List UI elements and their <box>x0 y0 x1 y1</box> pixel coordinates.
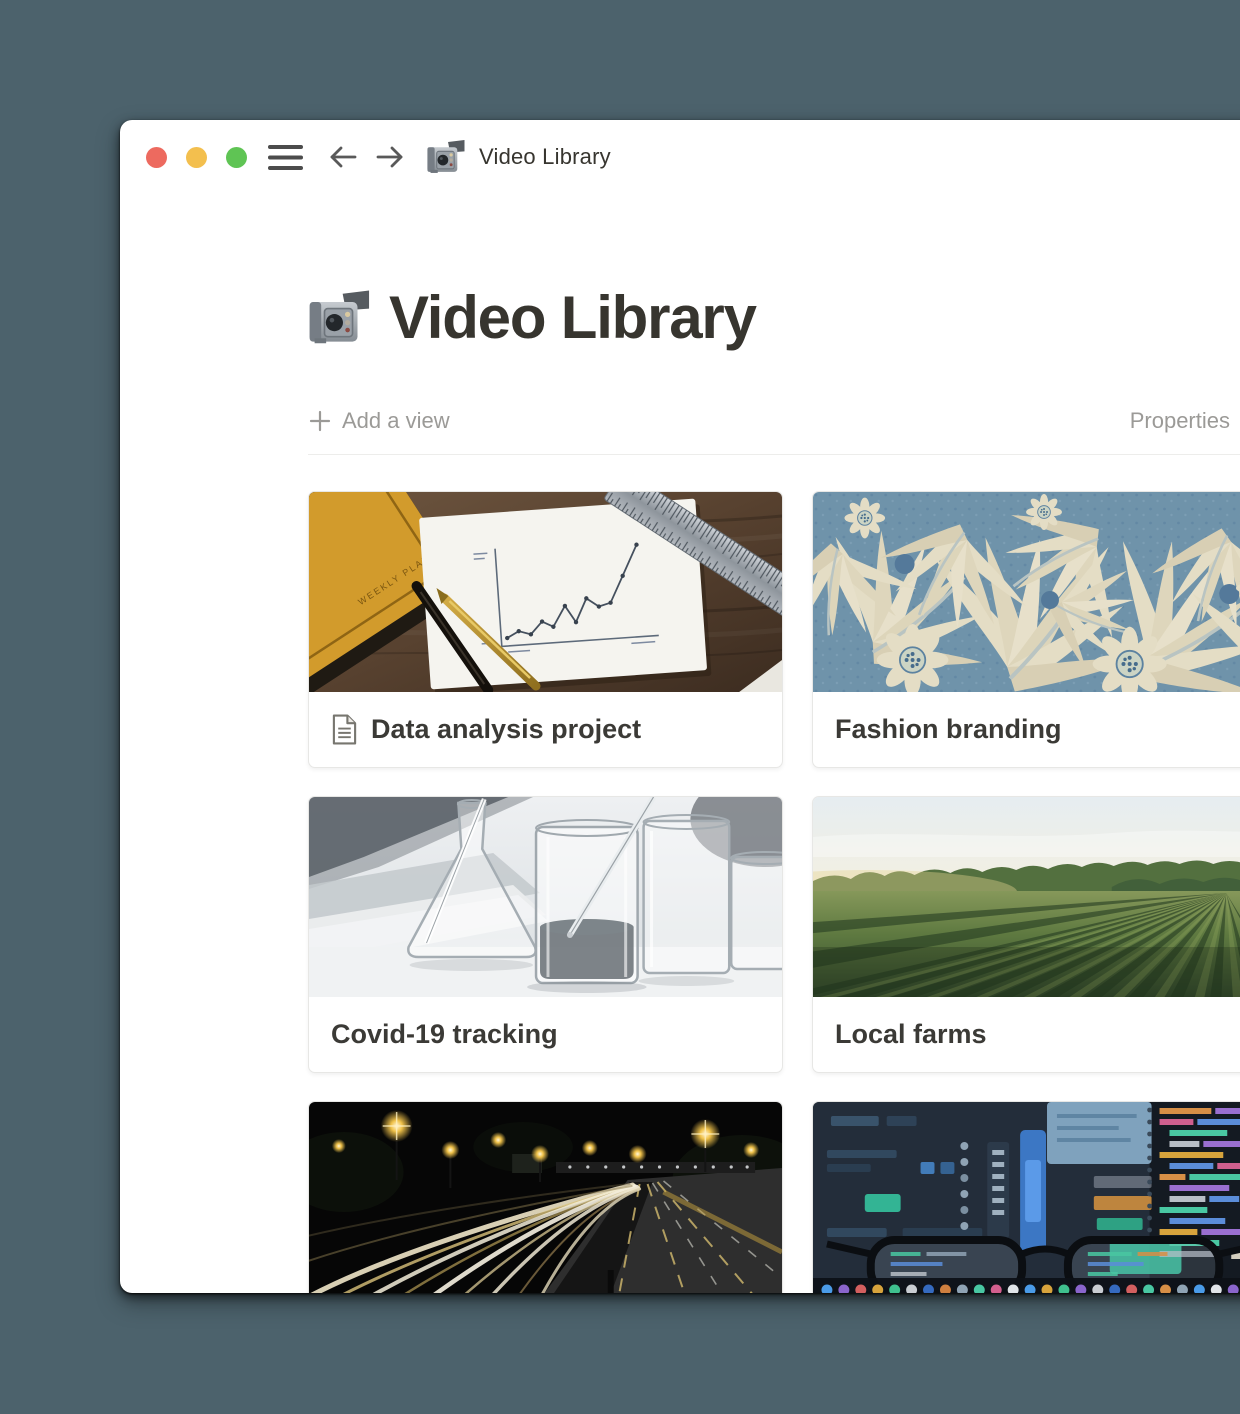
page-content: Video Library Add a view Properties <box>308 285 1240 1293</box>
toolbar-divider <box>308 454 1240 455</box>
titlebar: Video Library <box>120 120 1240 194</box>
card-title-row: Local farms <box>813 997 1240 1072</box>
properties-label: Properties <box>1130 408 1230 434</box>
plus-icon <box>308 409 332 433</box>
card-local-farms[interactable]: Local farms <box>812 796 1240 1073</box>
window-title: Video Library <box>479 144 611 170</box>
card-fashion-branding[interactable]: Fashion branding <box>812 491 1240 768</box>
card-title: Covid-19 tracking <box>331 1019 558 1050</box>
card-title-row: Covid-19 tracking <box>309 997 782 1072</box>
card-data-analysis-project[interactable]: WEEKLY PLANNER <box>308 491 783 768</box>
add-view-button[interactable]: Add a view <box>308 408 450 434</box>
properties-button[interactable]: Properties <box>1130 408 1230 434</box>
app-window: Video Library Video Library Add a view P… <box>120 120 1240 1293</box>
gallery-grid: WEEKLY PLANNER <box>308 491 1240 1293</box>
card-night-highway[interactable] <box>308 1101 783 1293</box>
cover-farm-field-photo <box>813 797 1240 997</box>
cover-blue-floral-pattern <box>813 492 1240 692</box>
view-toolbar: Add a view Properties <box>308 404 1230 438</box>
card-title-row: Fashion branding <box>813 692 1240 767</box>
cover-code-screens-photo <box>813 1102 1240 1293</box>
cover-lab-glassware-photo <box>309 797 782 997</box>
card-title: Local farms <box>835 1019 987 1050</box>
card-title-row: Data analysis project <box>309 692 782 767</box>
back-arrow-icon[interactable] <box>329 145 357 169</box>
minimize-button[interactable] <box>186 147 207 168</box>
cover-night-highway-photo <box>309 1102 782 1293</box>
zoom-button[interactable] <box>226 147 247 168</box>
close-button[interactable] <box>146 147 167 168</box>
menu-icon[interactable] <box>268 144 303 171</box>
page-title: Video Library <box>389 288 756 348</box>
cover-desk-chart-photo: WEEKLY PLANNER <box>309 492 782 692</box>
card-code-screens[interactable] <box>812 1101 1240 1293</box>
page-header: Video Library <box>308 285 1240 351</box>
document-icon <box>331 714 358 745</box>
card-title: Fashion branding <box>835 714 1062 745</box>
card-title: Data analysis project <box>371 714 641 745</box>
forward-arrow-icon[interactable] <box>376 145 404 169</box>
video-camera-icon <box>426 140 468 175</box>
page-video-camera-icon <box>308 290 374 347</box>
card-covid19-tracking[interactable]: Covid-19 tracking <box>308 796 783 1073</box>
add-view-label: Add a view <box>342 408 450 434</box>
